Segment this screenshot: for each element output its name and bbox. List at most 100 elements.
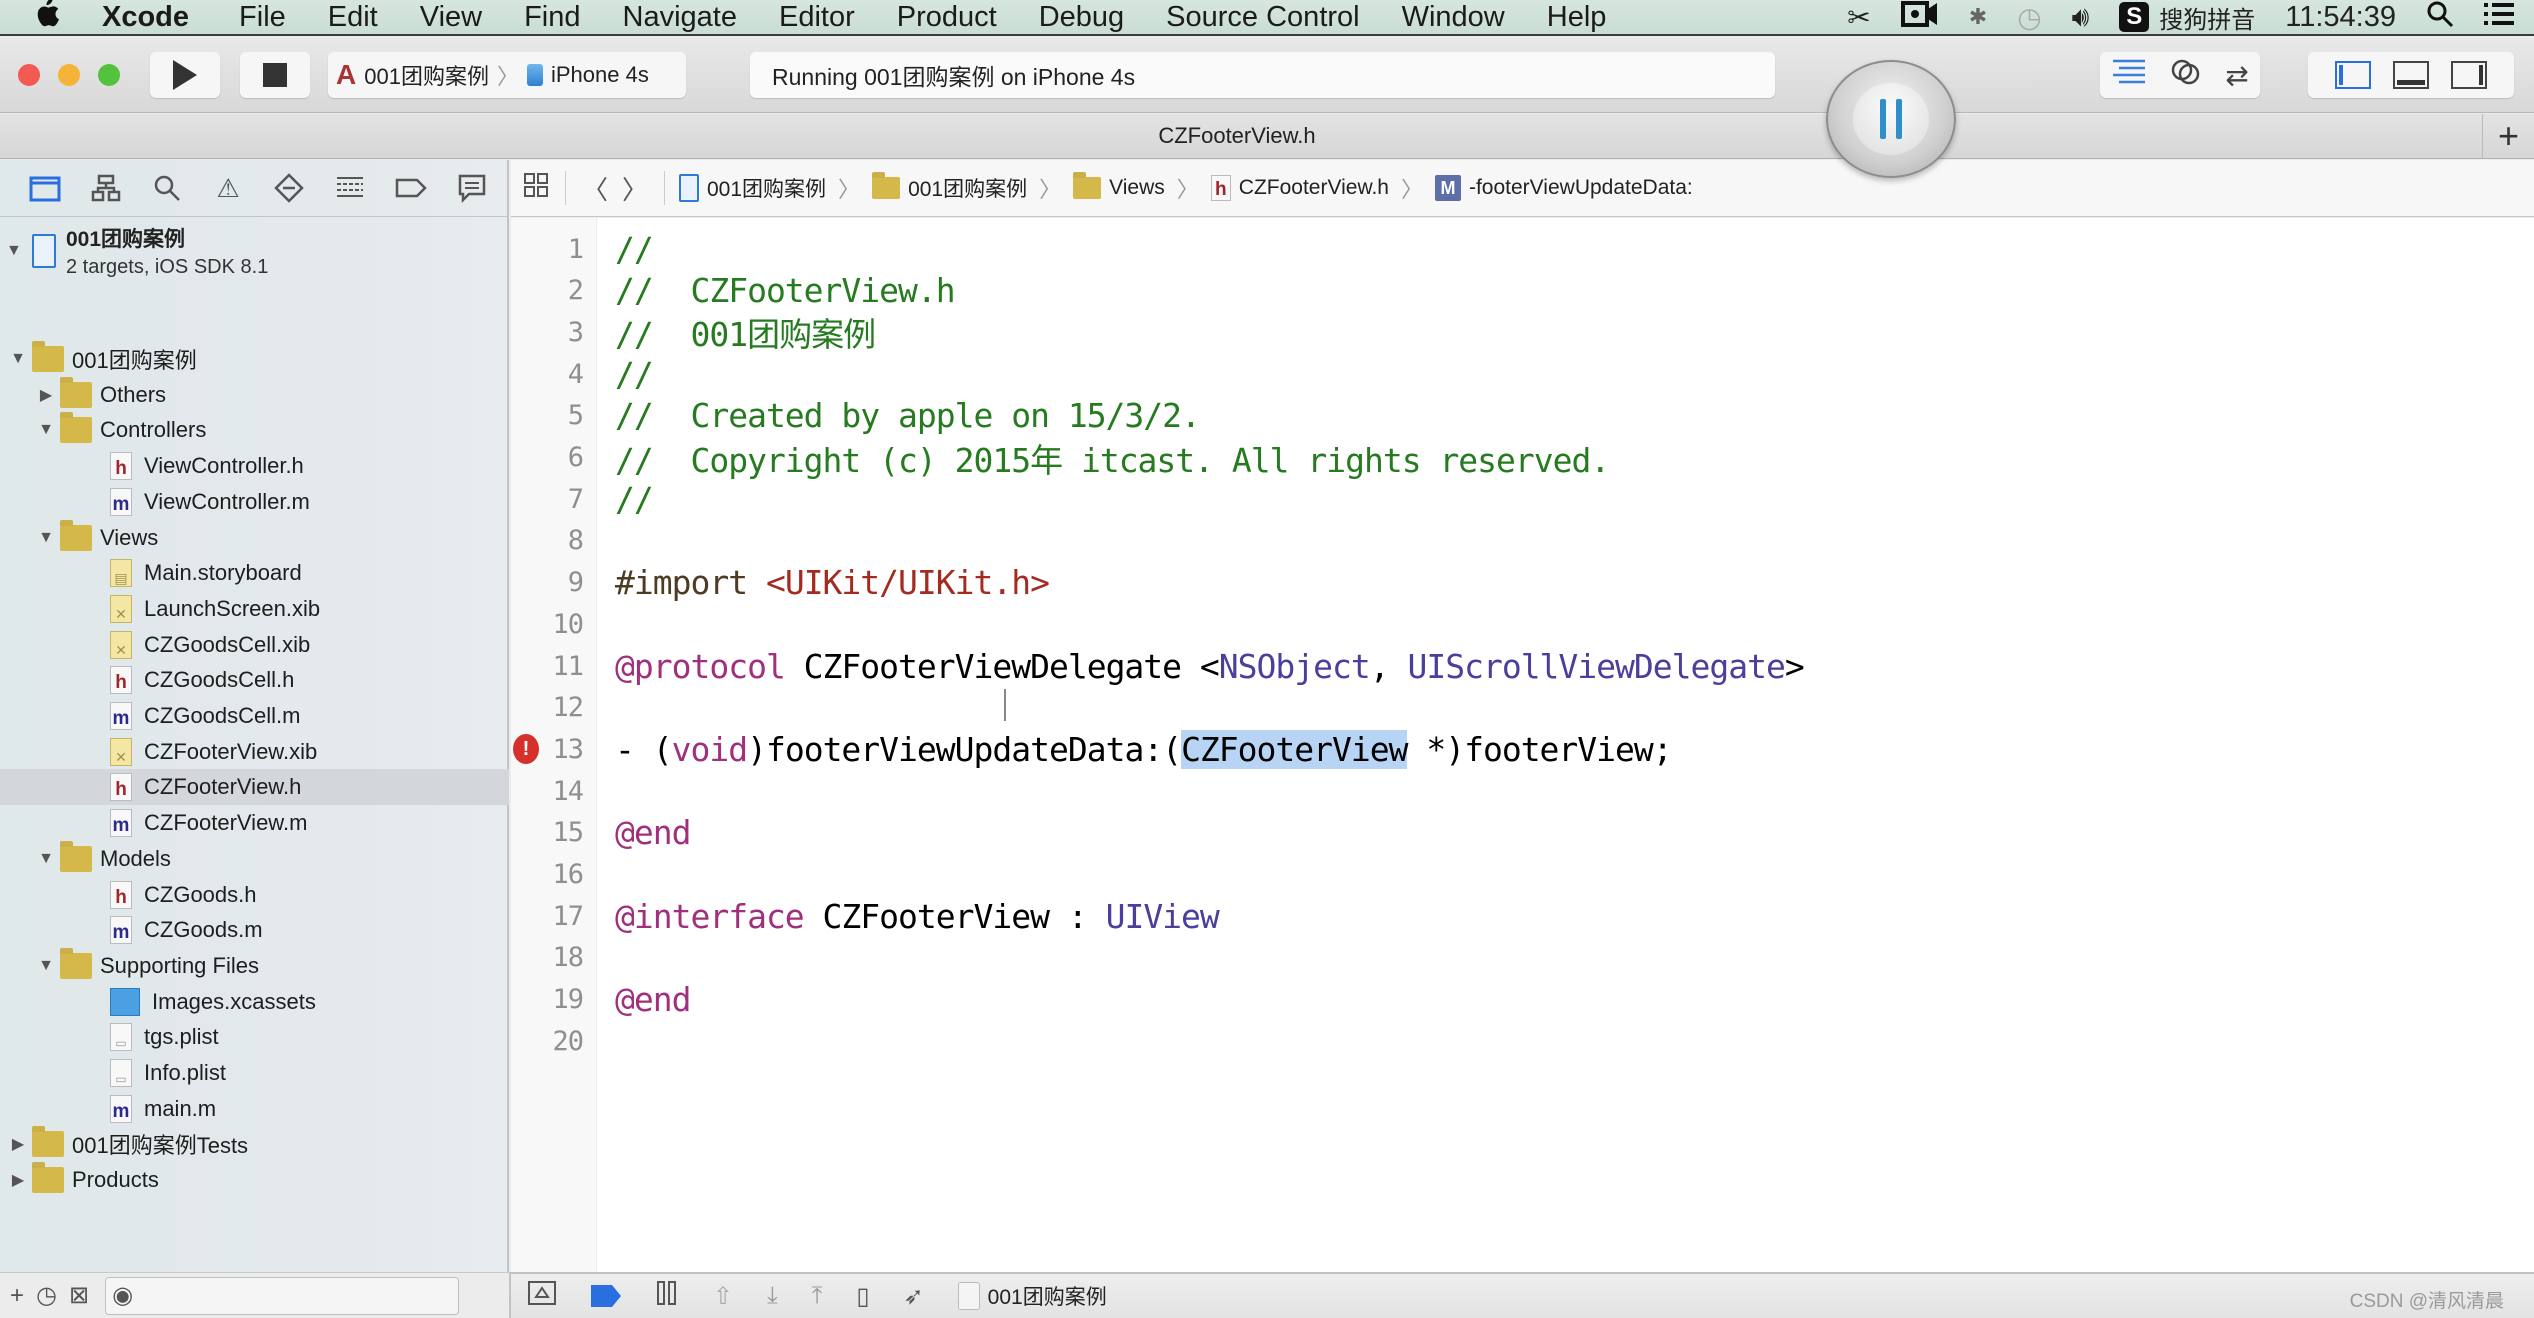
toggle-utilities-icon[interactable] bbox=[2451, 61, 2487, 89]
project-navigator-icon[interactable] bbox=[28, 171, 62, 205]
code-line[interactable]: 18 bbox=[511, 937, 2534, 979]
back-icon[interactable]: 〈 bbox=[580, 170, 610, 207]
scissors-icon[interactable]: ✂ bbox=[1847, 1, 1870, 34]
tree-folder-row[interactable]: ▶ Products bbox=[0, 1162, 509, 1198]
scheme-name[interactable]: 001团购案例 bbox=[364, 59, 489, 91]
find-navigator-icon[interactable] bbox=[150, 171, 184, 205]
tree-folder-row[interactable]: ▼ Views bbox=[0, 519, 509, 556]
tree-file-row[interactable]: m main.m bbox=[0, 1091, 509, 1127]
related-items-icon[interactable] bbox=[521, 172, 551, 205]
code-line[interactable]: 20 bbox=[511, 1020, 2534, 1062]
source-editor[interactable]: 1 // 2 // CZFooterView.h 3 // 001团购案例 4 // 5 // C… bbox=[511, 218, 2534, 1272]
test-navigator-icon[interactable] bbox=[272, 171, 306, 205]
tree-file-row[interactable]: ✕ CZGoodsCell.xib bbox=[0, 627, 509, 663]
disclosure-open-icon[interactable]: ▼ bbox=[6, 242, 22, 260]
code-line[interactable]: 12 bbox=[511, 687, 2534, 729]
debug-navigator-icon[interactable] bbox=[333, 171, 367, 205]
tree-file-row[interactable]: ✕ CZFooterView.xib bbox=[0, 734, 509, 770]
menu-window[interactable]: Window bbox=[1402, 1, 1505, 34]
time-machine-icon[interactable]: ◷ bbox=[2017, 1, 2041, 34]
menu-help[interactable]: Help bbox=[1547, 1, 1607, 34]
stop-button[interactable] bbox=[240, 52, 310, 98]
menu-product[interactable]: Product bbox=[897, 1, 997, 34]
volume-icon[interactable]: 🔊︎ bbox=[2072, 1, 2090, 34]
tree-folder-row[interactable]: ▼ 001团购案例 bbox=[0, 341, 509, 377]
breakpoint-navigator-icon[interactable] bbox=[394, 171, 428, 205]
breadcrumb-group[interactable]: 001团购案例 bbox=[872, 172, 1027, 203]
disclosure-open-icon[interactable]: ▼ bbox=[38, 957, 54, 975]
code-line[interactable]: 1 // bbox=[511, 228, 2534, 270]
version-editor-icon[interactable]: ⇄ bbox=[2225, 59, 2248, 92]
menu-view[interactable]: View bbox=[420, 1, 482, 34]
menu-navigate[interactable]: Navigate bbox=[623, 1, 737, 34]
input-method-menu[interactable]: S 搜狗拼音 bbox=[2119, 0, 2255, 35]
add-tab-button[interactable]: + bbox=[2482, 114, 2534, 158]
code-line[interactable]: 11 @protocol CZFooterViewDelegate <NSObje… bbox=[511, 645, 2534, 687]
run-button[interactable] bbox=[150, 52, 220, 98]
code-line[interactable]: ! 13- (void)footerViewUpdateData:(CZFoote… bbox=[511, 728, 2534, 770]
forward-icon[interactable]: 〉 bbox=[620, 170, 650, 207]
tree-file-row[interactable]: m CZGoods.m bbox=[0, 912, 509, 948]
source-control-filter-icon[interactable]: ⊠ bbox=[69, 1281, 89, 1310]
code-line[interactable]: 5 // Created by apple on 15/3/2. bbox=[511, 395, 2534, 437]
navigator-filter-input[interactable]: ◉ bbox=[105, 1276, 460, 1315]
tree-file-row[interactable]: ▭ Info.plist bbox=[0, 1055, 509, 1091]
menu-clock[interactable]: 11:54:39 bbox=[2285, 1, 2396, 34]
process-selector[interactable]: 001团购案例 bbox=[957, 1281, 1107, 1311]
assistant-editor-icon[interactable] bbox=[2169, 57, 2203, 94]
menu-debug[interactable]: Debug bbox=[1039, 1, 1124, 34]
tree-file-row[interactable]: Images.xcassets bbox=[0, 984, 509, 1020]
breadcrumb-file[interactable]: h CZFooterView.h bbox=[1210, 175, 1389, 201]
tree-file-row[interactable]: h CZGoodsCell.h bbox=[0, 662, 509, 698]
report-navigator-icon[interactable] bbox=[455, 171, 489, 205]
add-file-button[interactable]: + bbox=[10, 1282, 24, 1310]
tree-folder-row[interactable]: ▼ Controllers bbox=[0, 412, 509, 448]
issue-navigator-icon[interactable]: ⚠ bbox=[211, 171, 245, 205]
pause-execution-icon[interactable] bbox=[655, 1279, 679, 1314]
code-line[interactable]: 14 bbox=[511, 770, 2534, 812]
tree-folder-row[interactable]: ▼ Models bbox=[0, 840, 509, 877]
disclosure-open-icon[interactable]: ▼ bbox=[38, 529, 54, 547]
standard-editor-icon[interactable] bbox=[2111, 58, 2147, 93]
simulate-location-icon[interactable]: ➶ bbox=[904, 1282, 924, 1311]
disclosure-open-icon[interactable]: ▼ bbox=[38, 421, 54, 439]
minimize-window-button[interactable] bbox=[58, 64, 80, 86]
code-line[interactable]: 7 // bbox=[511, 478, 2534, 520]
tree-file-row[interactable]: m CZGoodsCell.m bbox=[0, 698, 509, 734]
search-icon[interactable] bbox=[2426, 0, 2454, 35]
toggle-navigator-icon[interactable] bbox=[2335, 61, 2371, 89]
apple-menu-icon[interactable] bbox=[32, 0, 72, 37]
breadcrumb-views[interactable]: Views bbox=[1073, 172, 1165, 200]
device-name[interactable]: iPhone 4s bbox=[551, 62, 649, 88]
recent-files-icon[interactable]: ◷ bbox=[36, 1281, 57, 1310]
debug-view-hierarchy-icon[interactable]: ▯ bbox=[856, 1282, 869, 1311]
tree-file-row[interactable]: h CZFooterView.h bbox=[0, 769, 509, 806]
step-out-icon[interactable]: ⤒ bbox=[812, 1282, 823, 1310]
breadcrumb-method[interactable]: M -footerViewUpdateData: bbox=[1434, 175, 1693, 201]
tree-file-row[interactable]: ▭ tgs.plist bbox=[0, 1019, 509, 1055]
pause-recording-button[interactable] bbox=[1826, 60, 1956, 178]
tree-file-row[interactable]: m CZFooterView.m bbox=[0, 805, 509, 841]
tree-file-row[interactable]: h ViewController.h bbox=[0, 448, 509, 484]
disclosure-closed-icon[interactable]: ▶ bbox=[10, 1134, 26, 1154]
menu-source-control[interactable]: Source Control bbox=[1166, 1, 1359, 34]
bluetooth-icon[interactable]: ✱ bbox=[1969, 4, 1987, 30]
camera-icon[interactable] bbox=[1900, 0, 1939, 36]
code-line[interactable]: 19 @end bbox=[511, 979, 2534, 1021]
disclosure-closed-icon[interactable]: ▶ bbox=[38, 385, 54, 405]
code-line[interactable]: 9 #import <UIKit/UIKit.h> bbox=[511, 562, 2534, 604]
symbol-navigator-icon[interactable] bbox=[89, 171, 123, 205]
close-window-button[interactable] bbox=[18, 64, 40, 86]
scheme-selector[interactable]: A 001团购案例 〉 iPhone 4s bbox=[328, 52, 686, 98]
tree-folder-row[interactable]: ▶ 001团购案例Tests bbox=[0, 1126, 509, 1162]
hide-debug-area-icon[interactable] bbox=[527, 1280, 557, 1313]
code-line[interactable]: 16 bbox=[511, 854, 2534, 896]
step-over-icon[interactable]: ⇧ bbox=[713, 1282, 733, 1311]
code-line[interactable]: 15 @end bbox=[511, 812, 2534, 854]
code-line[interactable]: 6 // Copyright (c) 2015年 itcast. All righ… bbox=[511, 437, 2534, 480]
menu-xcode[interactable]: Xcode bbox=[102, 1, 189, 34]
menu-find[interactable]: Find bbox=[524, 1, 580, 34]
disclosure-open-icon[interactable]: ▼ bbox=[38, 850, 54, 868]
tree-file-row[interactable]: h CZGoods.h bbox=[0, 877, 509, 913]
step-into-icon[interactable]: ⤓ bbox=[767, 1282, 778, 1310]
